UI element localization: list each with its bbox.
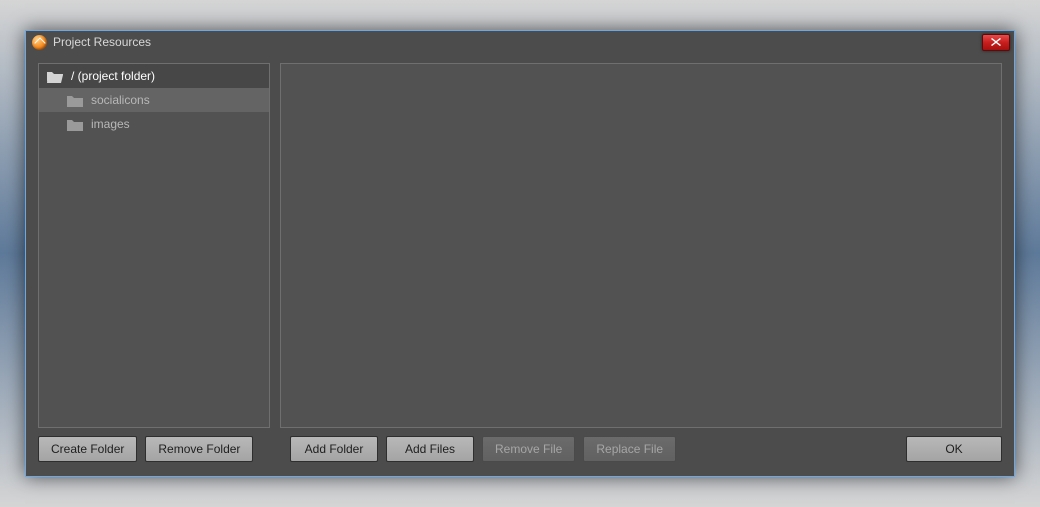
- tree-item-label: socialicons: [91, 93, 150, 107]
- project-resources-dialog: Project Resources / (project folder) soc…: [25, 30, 1015, 477]
- window-title: Project Resources: [53, 35, 976, 49]
- tree-root-label: / (project folder): [71, 69, 155, 83]
- confirm-buttons: OK: [906, 436, 1002, 462]
- ok-button[interactable]: OK: [906, 436, 1002, 462]
- tree-root[interactable]: / (project folder): [39, 64, 269, 88]
- file-list-pane: [280, 63, 1002, 428]
- remove-file-button[interactable]: Remove File: [482, 436, 575, 462]
- add-files-button[interactable]: Add Files: [386, 436, 474, 462]
- dialog-footer: Create Folder Remove Folder Add Folder A…: [26, 432, 1014, 476]
- add-folder-button[interactable]: Add Folder: [290, 436, 378, 462]
- folder-icon: [67, 118, 83, 131]
- replace-file-button[interactable]: Replace File: [583, 436, 676, 462]
- folder-tree: / (project folder) socialicons images: [38, 63, 270, 428]
- folder-buttons: Create Folder Remove Folder: [38, 436, 270, 462]
- tree-item-images[interactable]: images: [39, 112, 269, 136]
- remove-folder-button[interactable]: Remove Folder: [145, 436, 253, 462]
- tree-item-label: images: [91, 117, 130, 131]
- titlebar: Project Resources: [26, 31, 1014, 53]
- tree-item-socialicons[interactable]: socialicons: [39, 88, 269, 112]
- folder-open-icon: [47, 70, 63, 83]
- file-buttons: Add Folder Add Files Remove File Replace…: [290, 436, 676, 462]
- folder-icon: [67, 94, 83, 107]
- app-icon: [32, 35, 47, 50]
- dialog-body: / (project folder) socialicons images: [26, 53, 1014, 432]
- create-folder-button[interactable]: Create Folder: [38, 436, 137, 462]
- close-icon: [991, 38, 1001, 46]
- close-button[interactable]: [982, 34, 1010, 51]
